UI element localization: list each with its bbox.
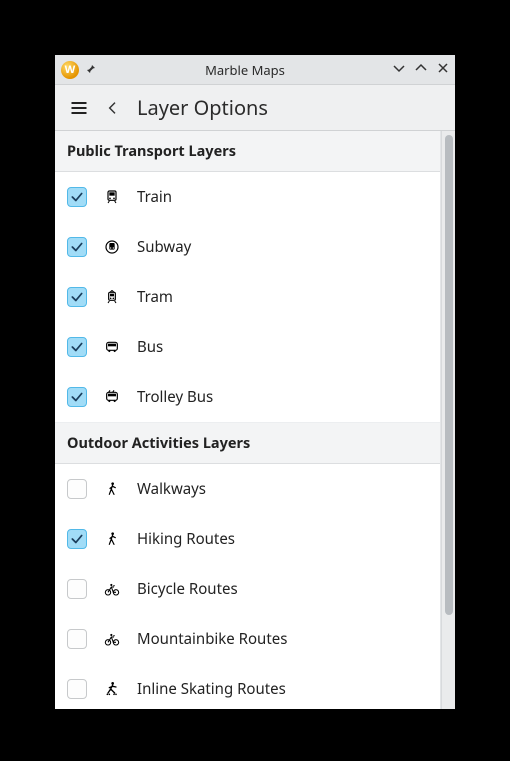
checkbox[interactable] — [67, 579, 87, 599]
layer-row[interactable]: Inline Skating Routes — [55, 664, 440, 709]
layer-row[interactable]: Subway — [55, 222, 440, 272]
checkbox[interactable] — [67, 337, 87, 357]
screen-title: Layer Options — [137, 94, 268, 121]
checkbox[interactable] — [67, 287, 87, 307]
skate-icon — [101, 681, 123, 697]
layer-label: Subway — [137, 237, 191, 257]
topbar: Layer Options — [55, 85, 455, 131]
layer-label: Bicycle Routes — [137, 579, 238, 599]
layer-list: Public Transport Layers Train Subway Tram Bu… — [55, 131, 441, 709]
layer-label: Walkways — [137, 479, 206, 499]
subway-icon — [101, 239, 123, 255]
layer-row[interactable]: Trolley Bus — [55, 372, 440, 422]
mountainbike-icon — [101, 631, 123, 647]
layer-row[interactable]: Mountainbike Routes — [55, 614, 440, 664]
maximize-button[interactable] — [415, 60, 427, 79]
app-icon: W — [61, 61, 79, 79]
checkbox[interactable] — [67, 387, 87, 407]
walk-icon — [101, 481, 123, 497]
checkbox[interactable] — [67, 479, 87, 499]
section-header: Outdoor Activities Layers — [55, 423, 440, 464]
section-header: Public Transport Layers — [55, 131, 440, 172]
layer-row[interactable]: Walkways — [55, 464, 440, 514]
layer-label: Tram — [137, 287, 173, 307]
bus-icon — [101, 339, 123, 355]
layer-label: Hiking Routes — [137, 529, 235, 549]
close-button[interactable] — [437, 60, 449, 79]
back-button[interactable] — [105, 98, 121, 118]
layer-row[interactable]: Tram — [55, 272, 440, 322]
titlebar: W Marble Maps — [55, 55, 455, 85]
minimize-button[interactable] — [393, 60, 405, 79]
train-icon — [101, 189, 123, 205]
layer-label: Train — [137, 187, 172, 207]
layer-row[interactable]: Train — [55, 172, 440, 222]
layer-label: Trolley Bus — [137, 387, 213, 407]
layer-row[interactable]: Bicycle Routes — [55, 564, 440, 614]
checkbox[interactable] — [67, 237, 87, 257]
checkbox[interactable] — [67, 187, 87, 207]
hamburger-icon[interactable] — [69, 98, 89, 118]
bicycle-icon — [101, 581, 123, 597]
scrollbar-thumb[interactable] — [445, 135, 453, 615]
scrollbar[interactable] — [441, 131, 455, 709]
trolleybus-icon — [101, 389, 123, 405]
layer-label: Inline Skating Routes — [137, 679, 286, 699]
checkbox[interactable] — [67, 529, 87, 549]
tram-icon — [101, 289, 123, 305]
window-title: Marble Maps — [103, 61, 387, 79]
pin-icon[interactable] — [85, 61, 97, 79]
hike-icon — [101, 531, 123, 547]
layer-label: Mountainbike Routes — [137, 629, 287, 649]
app-window: W Marble Maps Layer Options Public Trans… — [55, 55, 455, 709]
checkbox[interactable] — [67, 679, 87, 699]
layer-label: Bus — [137, 337, 163, 357]
layer-row[interactable]: Hiking Routes — [55, 514, 440, 564]
checkbox[interactable] — [67, 629, 87, 649]
layer-row[interactable]: Bus — [55, 322, 440, 372]
